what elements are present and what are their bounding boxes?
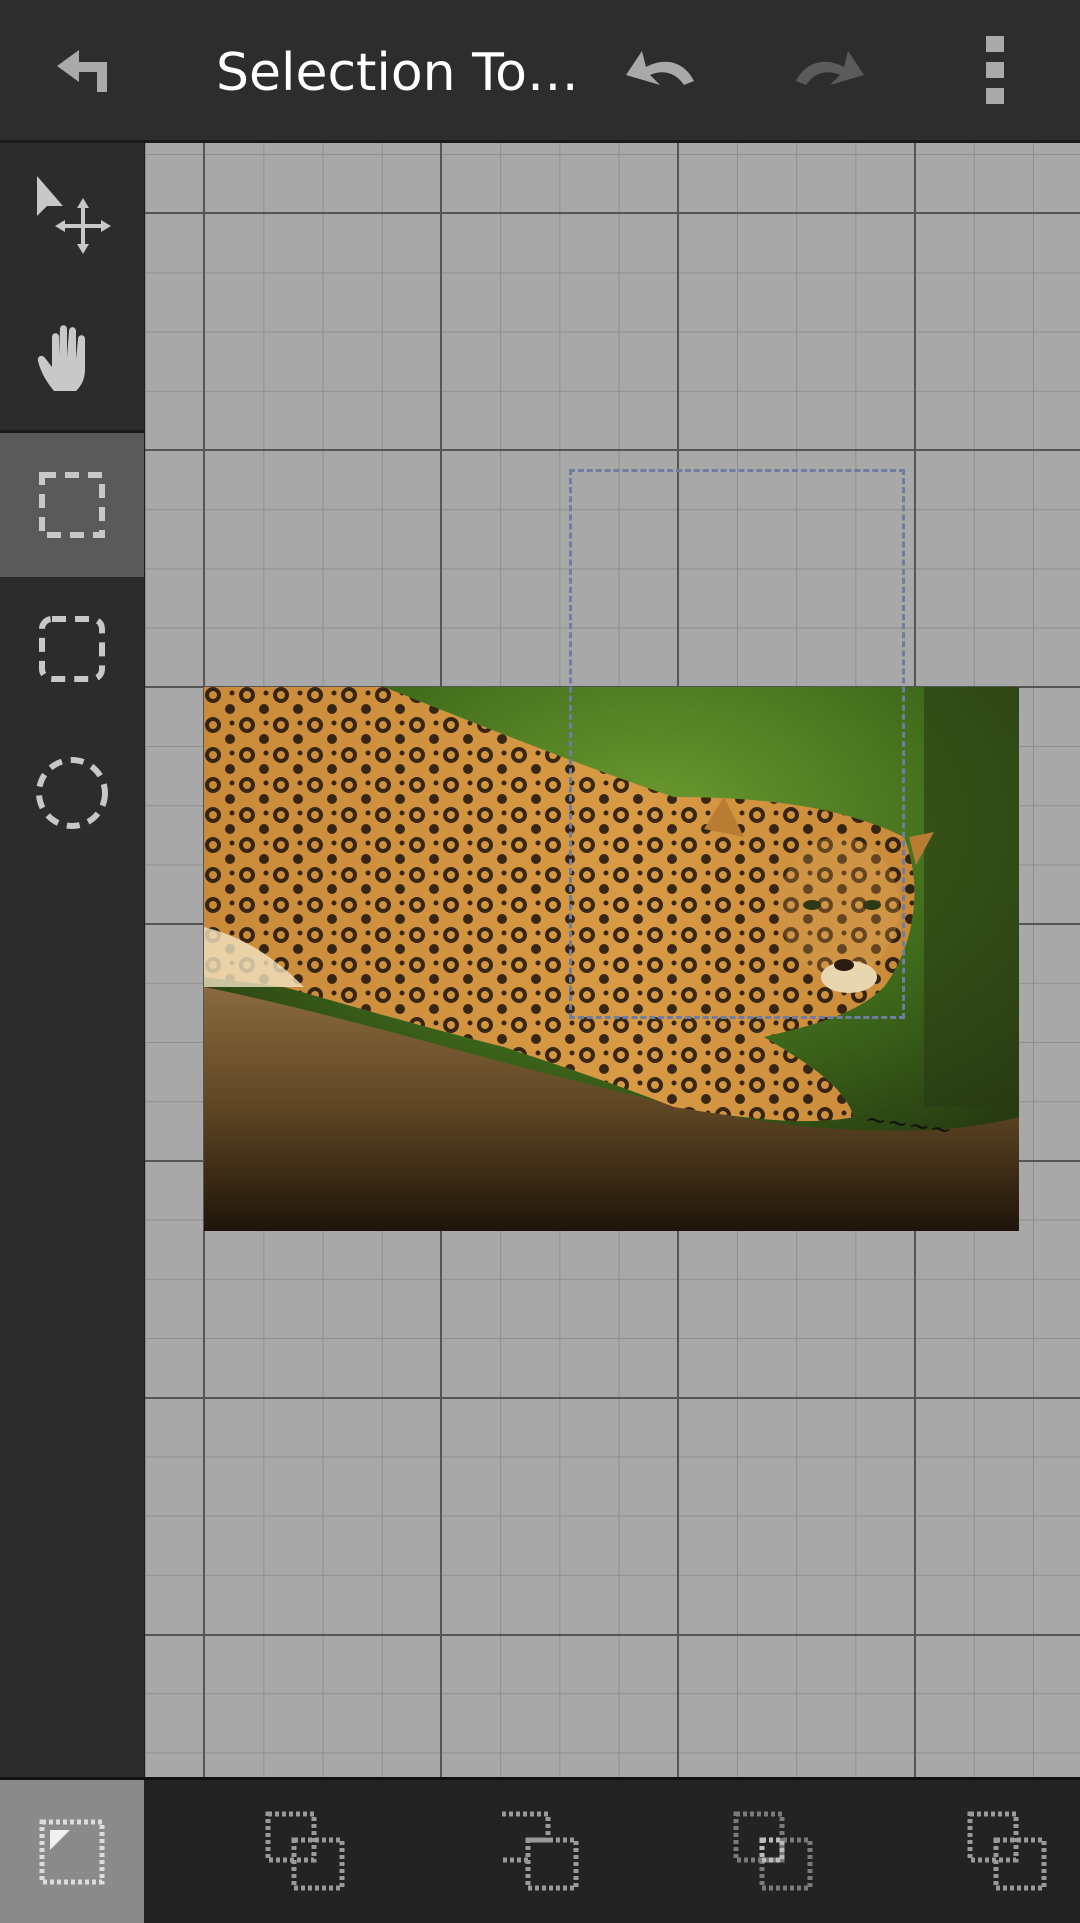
xor-selection-icon bbox=[967, 1811, 1047, 1890]
mode-xor-selection[interactable] bbox=[936, 1780, 1080, 1923]
mode-intersect-selection[interactable] bbox=[702, 1780, 846, 1923]
back-button[interactable] bbox=[20, 0, 140, 140]
ellipse-selection-icon bbox=[36, 757, 108, 829]
rounded-rectangle-selection-icon bbox=[39, 616, 105, 682]
pointer-move-icon bbox=[37, 176, 111, 254]
tool-ellipse-selection[interactable] bbox=[0, 721, 144, 865]
mode-subtract-selection[interactable] bbox=[468, 1780, 612, 1923]
tool-rounded-selection[interactable] bbox=[0, 577, 144, 721]
canvas-area[interactable]: ~~~~ bbox=[145, 143, 1080, 1777]
tool-move-select[interactable] bbox=[0, 143, 144, 287]
overflow-menu-button[interactable] bbox=[940, 0, 1050, 140]
tool-rail bbox=[0, 143, 146, 1777]
new-selection-icon bbox=[39, 1819, 105, 1884]
overflow-menu-icon bbox=[986, 36, 1004, 104]
tool-rect-selection[interactable] bbox=[0, 433, 144, 577]
redo-icon bbox=[796, 51, 864, 85]
intersect-selection-icon bbox=[733, 1811, 813, 1890]
add-selection-icon bbox=[265, 1811, 345, 1890]
rectangle-selection-icon bbox=[39, 472, 105, 538]
back-arrow-icon bbox=[57, 50, 107, 92]
undo-button[interactable] bbox=[600, 0, 720, 140]
selection-marquee[interactable] bbox=[569, 469, 905, 1019]
subtract-selection-icon bbox=[502, 1811, 579, 1890]
undo-icon bbox=[626, 51, 694, 85]
mode-add-selection[interactable] bbox=[234, 1780, 378, 1923]
page-title: Selection To… bbox=[216, 43, 579, 103]
selection-mode-bar bbox=[0, 1777, 1080, 1923]
mode-new-selection[interactable] bbox=[0, 1780, 144, 1923]
top-toolbar: Selection To… bbox=[0, 0, 1080, 143]
redo-button[interactable] bbox=[770, 0, 890, 140]
tool-hand-pan[interactable] bbox=[0, 287, 144, 431]
hand-icon bbox=[37, 325, 85, 391]
